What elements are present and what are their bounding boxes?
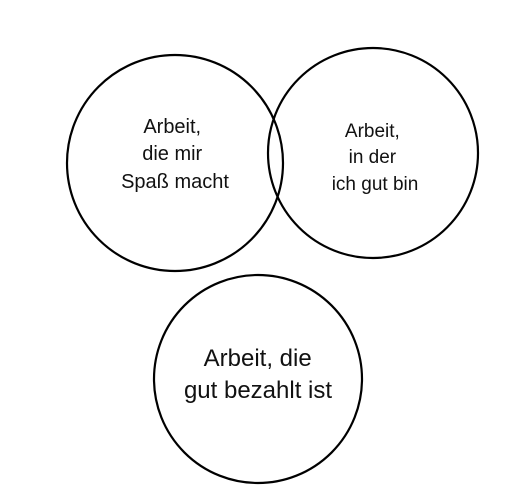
circle-skill-line-3: ich gut bin [332,174,419,195]
circle-fun-line-2: die mir [142,143,202,165]
circle-skill-label: Arbeit, in der ich gut bin [332,121,419,195]
circle-pay-line-1: Arbeit, die [204,345,312,372]
circle-fun-label: Arbeit, die mir Spaß macht [121,116,229,193]
venn-diagram: Arbeit, die mir Spaß macht Arbeit, in de… [65,46,480,485]
circle-fun-line-3: Spaß macht [121,171,229,193]
circle-pay-line-2: gut bezahlt ist [184,377,332,404]
circle-group-skill: Arbeit, in der ich gut bin [266,46,480,260]
circle-fun-line-1: Arbeit, [143,116,201,138]
circle-group-pay: Arbeit, die gut bezahlt ist [152,273,364,485]
circle-group-fun: Arbeit, die mir Spaß macht [65,53,285,273]
circle-skill-line-1: Arbeit, [345,121,400,142]
circle-skill-line-2: in der [349,147,397,168]
circle-pay-label: Arbeit, die gut bezahlt ist [184,345,332,404]
